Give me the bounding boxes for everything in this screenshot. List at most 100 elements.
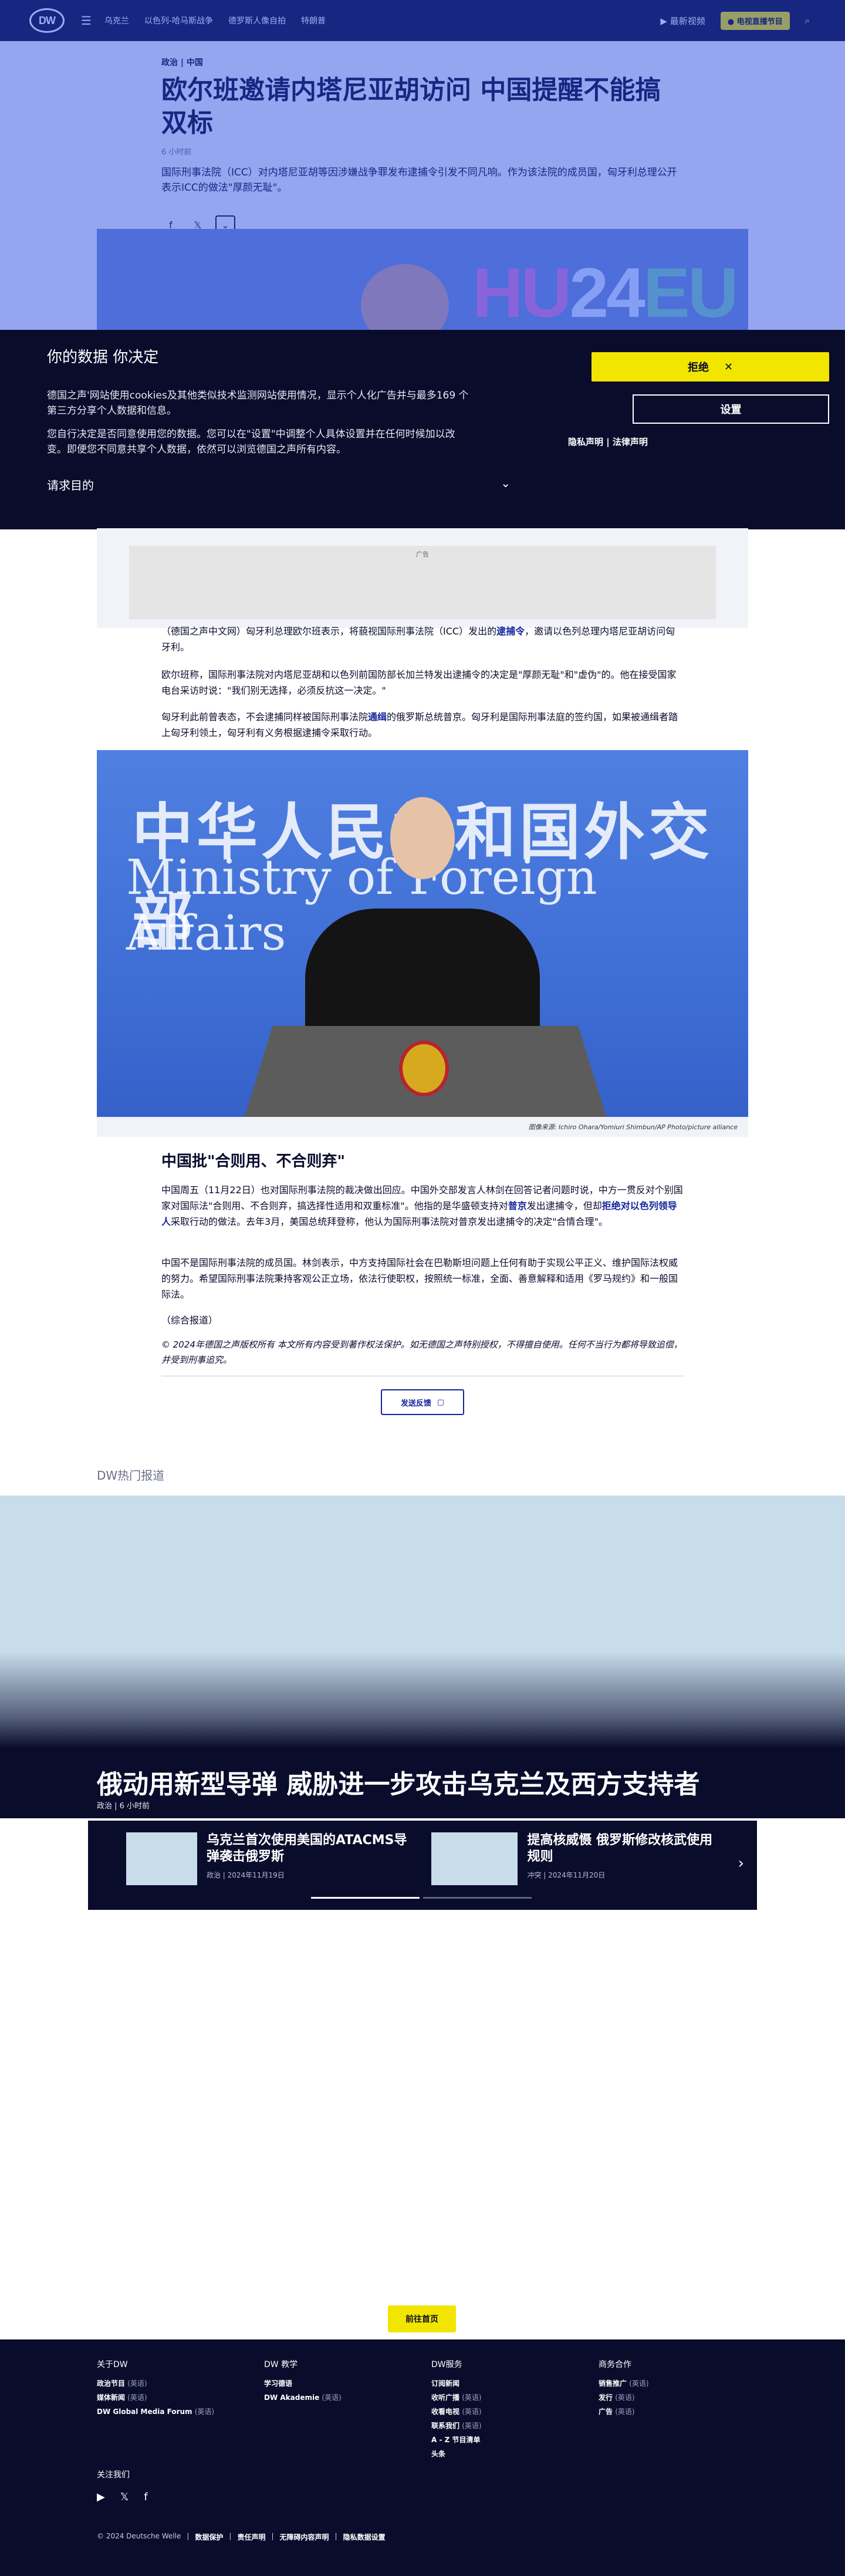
footer-column-services: DW服务 订阅新闻 收听广播 (英语) 收看电视 (英语) 联系我们 (英语) … — [431, 2358, 584, 2463]
featured-story-meta: 政治 | 6 小时前 — [97, 1802, 150, 1811]
footer-link[interactable]: DW Akademie (英语) — [264, 2392, 417, 2402]
footer-link[interactable]: 联系我们 (英语) — [431, 2420, 584, 2430]
feedback-button[interactable]: 发送反馈 ▢ — [381, 1389, 464, 1415]
footer-column-title: 关于DW — [97, 2360, 128, 2369]
follow-us-label: 关注我们 — [97, 2470, 130, 2480]
footer-link-privacy-settings[interactable]: 隐私数据设置 — [343, 2532, 386, 2542]
site-footer: 关于DW 政治节目 (英语) 媒体新闻 (英语) DW Global Media… — [0, 2339, 845, 2576]
footer-link-note: (英语) — [462, 2393, 482, 2402]
paragraph-4-text-c: 采取行动的做法。去年3月，美国总统拜登称，他认为国际刑事法院对普京发出逮捕令的决… — [171, 1216, 608, 1227]
go-home-button[interactable]: 前往首页 — [388, 2305, 456, 2332]
story-card[interactable]: 乌克兰首次使用美国的ATACMS导弹袭击俄罗斯 政治 | 2024年11月19日 — [126, 1832, 417, 1885]
footer-link[interactable]: 收看电视 (英语) — [431, 2406, 584, 2416]
legal-links[interactable]: 隐私声明 | 法律声明 — [568, 435, 648, 448]
footer-link-privacy[interactable]: 数据保护 — [195, 2532, 223, 2542]
reject-button[interactable]: 拒绝 ✕ — [592, 352, 829, 381]
national-emblem — [399, 1041, 449, 1096]
footer-link-label: DW Global Media Forum — [97, 2408, 192, 2416]
paragraph-4: 中国周五（11月22日）也对国际刑事法院的裁决做出回应。中国外交部发言人林剑在回… — [161, 1182, 684, 1230]
paragraph-1-text-a: （德国之声中文网）匈牙利总理欧尔班表示，将藐视国际刑事法院（ICC）发出的 — [161, 626, 497, 637]
close-icon: ✕ — [724, 360, 734, 373]
footer-link-note: (英语) — [629, 2379, 649, 2388]
paragraph-3-text-a: 匈牙利此前曾表态，不会逮捕同样被国际刑事法院 — [161, 711, 369, 723]
arrest-warrant-link[interactable]: 逮捕令 — [496, 626, 525, 637]
hot-stories-title: DW热门报道 — [97, 1468, 165, 1483]
footer-link[interactable]: 订阅新闻 — [431, 2378, 584, 2388]
footer-link-note: (英语) — [127, 2393, 147, 2402]
footer-link[interactable]: A - Z 节目清单 — [431, 2435, 584, 2445]
cookie-purpose-toggle[interactable]: 请求目的 ⌄ — [47, 476, 511, 493]
facebook-icon[interactable]: f — [144, 2491, 147, 2503]
feedback-label: 发送反馈 — [400, 1399, 431, 1408]
footer-link-note: (英语) — [322, 2393, 342, 2402]
section-heading: 中国批"合则用、不合则弃" — [161, 1153, 346, 1170]
ad-label: 广告 — [416, 551, 429, 558]
x-icon[interactable]: 𝕏 — [120, 2491, 129, 2503]
cookie-text-1: 德国之声'网站使用cookies及其他类似技术监测网站使用情况，显示个人化广告并… — [47, 390, 469, 417]
footer-link-note: (英语) — [194, 2408, 215, 2416]
footer-link-note: (英语) — [615, 2393, 635, 2402]
putin-link[interactable]: 普京 — [508, 1200, 527, 1211]
featured-story-image[interactable] — [0, 1495, 845, 1748]
footer-link[interactable]: 发行 (英语) — [599, 2392, 751, 2402]
paragraph-2: 欧尔班称，国际刑事法院对内塔尼亚胡和以色列前国防部长加兰特发出逮捕令的决定是"厚… — [161, 669, 677, 696]
paragraph-4-text-b: 发出逮捕令，但却 — [526, 1200, 602, 1211]
footer-link-note: (英语) — [462, 2422, 482, 2430]
copyright-notice: © 2024年德国之声版权所有 本文所有内容受到著作权法保护。如无德国之声特别授… — [161, 1337, 684, 1376]
featured-story-title[interactable]: 俄动用新型导弹 威胁进一步攻击乌克兰及西方支持者 — [97, 1763, 772, 1801]
footer-column-title: DW 教学 — [264, 2360, 298, 2369]
settings-button[interactable]: 设置 — [633, 394, 829, 424]
footer-link[interactable]: 收听广播 (英语) — [431, 2392, 584, 2402]
footer-link-label: 收听广播 — [431, 2393, 460, 2402]
wanted-link[interactable]: 通缉 — [368, 711, 387, 723]
footer-link-label: 订阅新闻 — [431, 2379, 460, 2388]
footer-link-label: 广告 — [599, 2408, 613, 2416]
footer-link-note: (英语) — [615, 2408, 635, 2416]
footer-link-label: DW Akademie — [264, 2393, 320, 2402]
footer-link-label: 联系我们 — [431, 2422, 460, 2430]
paragraph-1: （德国之声中文网）匈牙利总理欧尔班表示，将藐视国际刑事法院（ICC）发出的逮捕令… — [161, 623, 684, 655]
reject-label: 拒绝 — [687, 362, 709, 374]
youtube-icon[interactable]: ▶ — [97, 2491, 105, 2503]
footer-bottom-links: © 2024 Deutsche Welle | 数据保护 | 责任声明 | 无障碍内容… — [97, 2532, 386, 2542]
footer-link-disclaimer[interactable]: 责任声明 — [237, 2532, 265, 2542]
carousel-progress — [311, 1897, 532, 1899]
cookie-consent-banner: 你的数据 你决定 德国之声'网站使用cookies及其他类似技术监测网站使用情况… — [0, 330, 845, 529]
paragraph-5: 中国不是国际刑事法院的成员国。林剑表示，中方支持国际社会在巴勒斯坦问题上任何有助… — [161, 1257, 678, 1300]
footer-link-label: 学习德语 — [264, 2379, 293, 2388]
story-card-title: 乌克兰首次使用美国的ATACMS导弹袭击俄罗斯 — [206, 1833, 407, 1864]
paragraph-3: 匈牙利此前曾表态，不会逮捕同样被国际刑事法院通缉的俄罗斯总统普京。匈牙利是国际刑… — [161, 709, 684, 741]
footer-link[interactable]: 头条 — [431, 2449, 584, 2459]
footer-link-note: (英语) — [462, 2408, 482, 2416]
footer-link-accessibility[interactable]: 无障碍内容声明 — [280, 2532, 329, 2542]
footer-column-title: DW服务 — [431, 2360, 462, 2369]
modal-overlay[interactable] — [0, 0, 845, 332]
footer-link[interactable]: 学习德语 — [264, 2378, 417, 2388]
footer-column-about: 关于DW 政治节目 (英语) 媒体新闻 (英语) DW Global Media… — [97, 2358, 249, 2420]
carousel-dot[interactable] — [423, 1897, 532, 1899]
footer-column-learn: DW 教学 学习德语 DW Akademie (英语) — [264, 2358, 417, 2406]
cookie-purpose-label: 请求目的 — [47, 478, 94, 492]
footer-link[interactable]: DW Global Media Forum (英语) — [97, 2406, 249, 2416]
chevron-right-icon[interactable]: › — [738, 1855, 744, 1872]
story-card[interactable]: 提高核威慑 俄罗斯修改核武使用规则 冲突 | 2024年11月20日 — [431, 1832, 722, 1885]
story-card-body: 提高核威慑 俄罗斯修改核武使用规则 冲突 | 2024年11月20日 — [527, 1832, 722, 1885]
footer-link[interactable]: 销售推广 (英语) — [599, 2378, 751, 2388]
social-links: ▶ 𝕏 f — [97, 2491, 148, 2503]
chevron-down-icon: ⌄ — [501, 476, 511, 490]
carousel-dot-active[interactable] — [311, 1897, 420, 1899]
footer-link[interactable]: 政治节目 (英语) — [97, 2378, 249, 2388]
footer-link-label: 发行 — [599, 2393, 613, 2402]
cookie-text-2: 您自行决定是否同意使用您的数据。您可以在"设置"中调整个人具体设置并在任何时候加… — [47, 428, 455, 455]
footer-column-business: 商务合作 销售推广 (英语) 发行 (英语) 广告 (英语) — [599, 2358, 751, 2420]
footer-link-label: 销售推广 — [599, 2379, 627, 2388]
photo-speaker-head — [390, 797, 455, 879]
footer-column-title: 商务合作 — [599, 2360, 631, 2369]
photo-caption: 图像来源: Ichiro Ohara/Yomiuri Shimbun/AP Ph… — [97, 1117, 748, 1137]
paragraph-6: （综合报道） — [161, 1315, 218, 1326]
footer-link-label: 政治节目 — [97, 2379, 126, 2388]
footer-link[interactable]: 广告 (英语) — [599, 2406, 751, 2416]
article-photo[interactable]: 中华人民共和国外交部 Ministry of Foreign Affairs — [97, 750, 748, 1117]
footer-link[interactable]: 媒体新闻 (英语) — [97, 2392, 249, 2402]
advertisement-slot[interactable]: 广告 — [129, 546, 716, 619]
